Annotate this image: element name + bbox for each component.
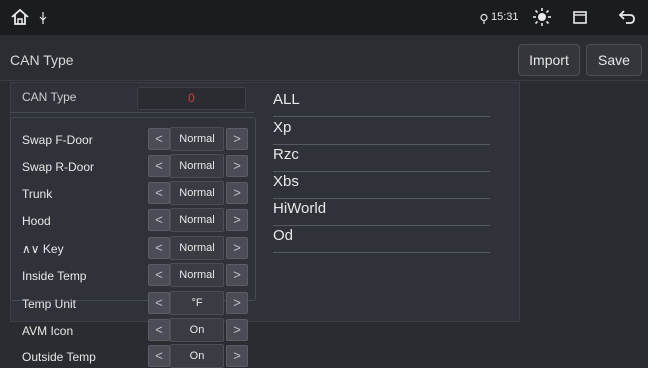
chevron-left-icon[interactable]: < <box>148 292 170 314</box>
chevron-right-icon[interactable]: > <box>226 155 248 177</box>
chevron-left-icon[interactable]: < <box>148 345 170 367</box>
list-item-od[interactable]: Od <box>273 224 490 253</box>
page-title: CAN Type <box>10 52 74 68</box>
home-icon[interactable] <box>10 7 30 27</box>
time: 15:31 <box>491 11 519 23</box>
chevron-left-icon[interactable]: < <box>148 209 170 231</box>
setting-value: °F <box>170 291 224 315</box>
setting-value: Normal <box>170 181 224 205</box>
setting-value: Normal <box>170 127 224 151</box>
brightness-icon[interactable] <box>532 7 552 27</box>
setting-value: Normal <box>170 154 224 178</box>
chevron-right-icon[interactable]: > <box>226 264 248 286</box>
setting-label: AVM Icon <box>22 324 74 338</box>
setting-value: On <box>170 344 224 368</box>
setting-label: Temp Unit <box>22 297 77 311</box>
chevron-right-icon[interactable]: > <box>226 182 248 204</box>
usb-icon <box>38 11 48 25</box>
setting-label: Hood <box>22 214 51 228</box>
list-item-rzc[interactable]: Rzc <box>273 143 490 172</box>
chevron-right-icon[interactable]: > <box>226 237 248 259</box>
setting-value: Normal <box>170 208 224 232</box>
chevron-left-icon[interactable]: < <box>148 128 170 150</box>
location-icon <box>479 12 489 24</box>
setting-label: Outside Temp <box>22 350 96 364</box>
list-item-hiworld[interactable]: HiWorld <box>273 197 490 226</box>
chevron-left-icon[interactable]: < <box>148 155 170 177</box>
panel-divider <box>10 112 254 113</box>
list-item-all[interactable]: ALL <box>273 88 490 117</box>
setting-label: Swap R-Door <box>22 160 95 174</box>
back-icon[interactable] <box>617 8 637 26</box>
chevron-left-icon[interactable]: < <box>148 182 170 204</box>
chevron-right-icon[interactable]: > <box>226 292 248 314</box>
setting-label: Inside Temp <box>22 269 87 283</box>
list-item-xp[interactable]: Xp <box>273 116 490 145</box>
status-bar: 15:31 <box>0 0 648 35</box>
save-button[interactable]: Save <box>586 44 642 76</box>
window-icon[interactable] <box>572 9 588 25</box>
chevron-left-icon[interactable]: < <box>148 264 170 286</box>
can-type-label: CAN Type <box>22 90 77 104</box>
chevron-left-icon[interactable]: < <box>148 319 170 341</box>
setting-label: ∧∨ Key <box>22 242 64 256</box>
setting-label: Trunk <box>22 187 53 201</box>
chevron-right-icon[interactable]: > <box>226 128 248 150</box>
can-type-input[interactable]: 0 <box>137 87 246 110</box>
setting-value: Normal <box>170 236 224 260</box>
chevron-left-icon[interactable]: < <box>148 237 170 259</box>
setting-label: Swap F-Door <box>22 133 93 147</box>
import-button[interactable]: Import <box>518 44 580 76</box>
setting-value: Normal <box>170 263 224 287</box>
chevron-right-icon[interactable]: > <box>226 209 248 231</box>
setting-value: On <box>170 318 224 342</box>
list-item-xbs[interactable]: Xbs <box>273 170 490 199</box>
chevron-right-icon[interactable]: > <box>226 319 248 341</box>
chevron-right-icon[interactable]: > <box>226 345 248 367</box>
